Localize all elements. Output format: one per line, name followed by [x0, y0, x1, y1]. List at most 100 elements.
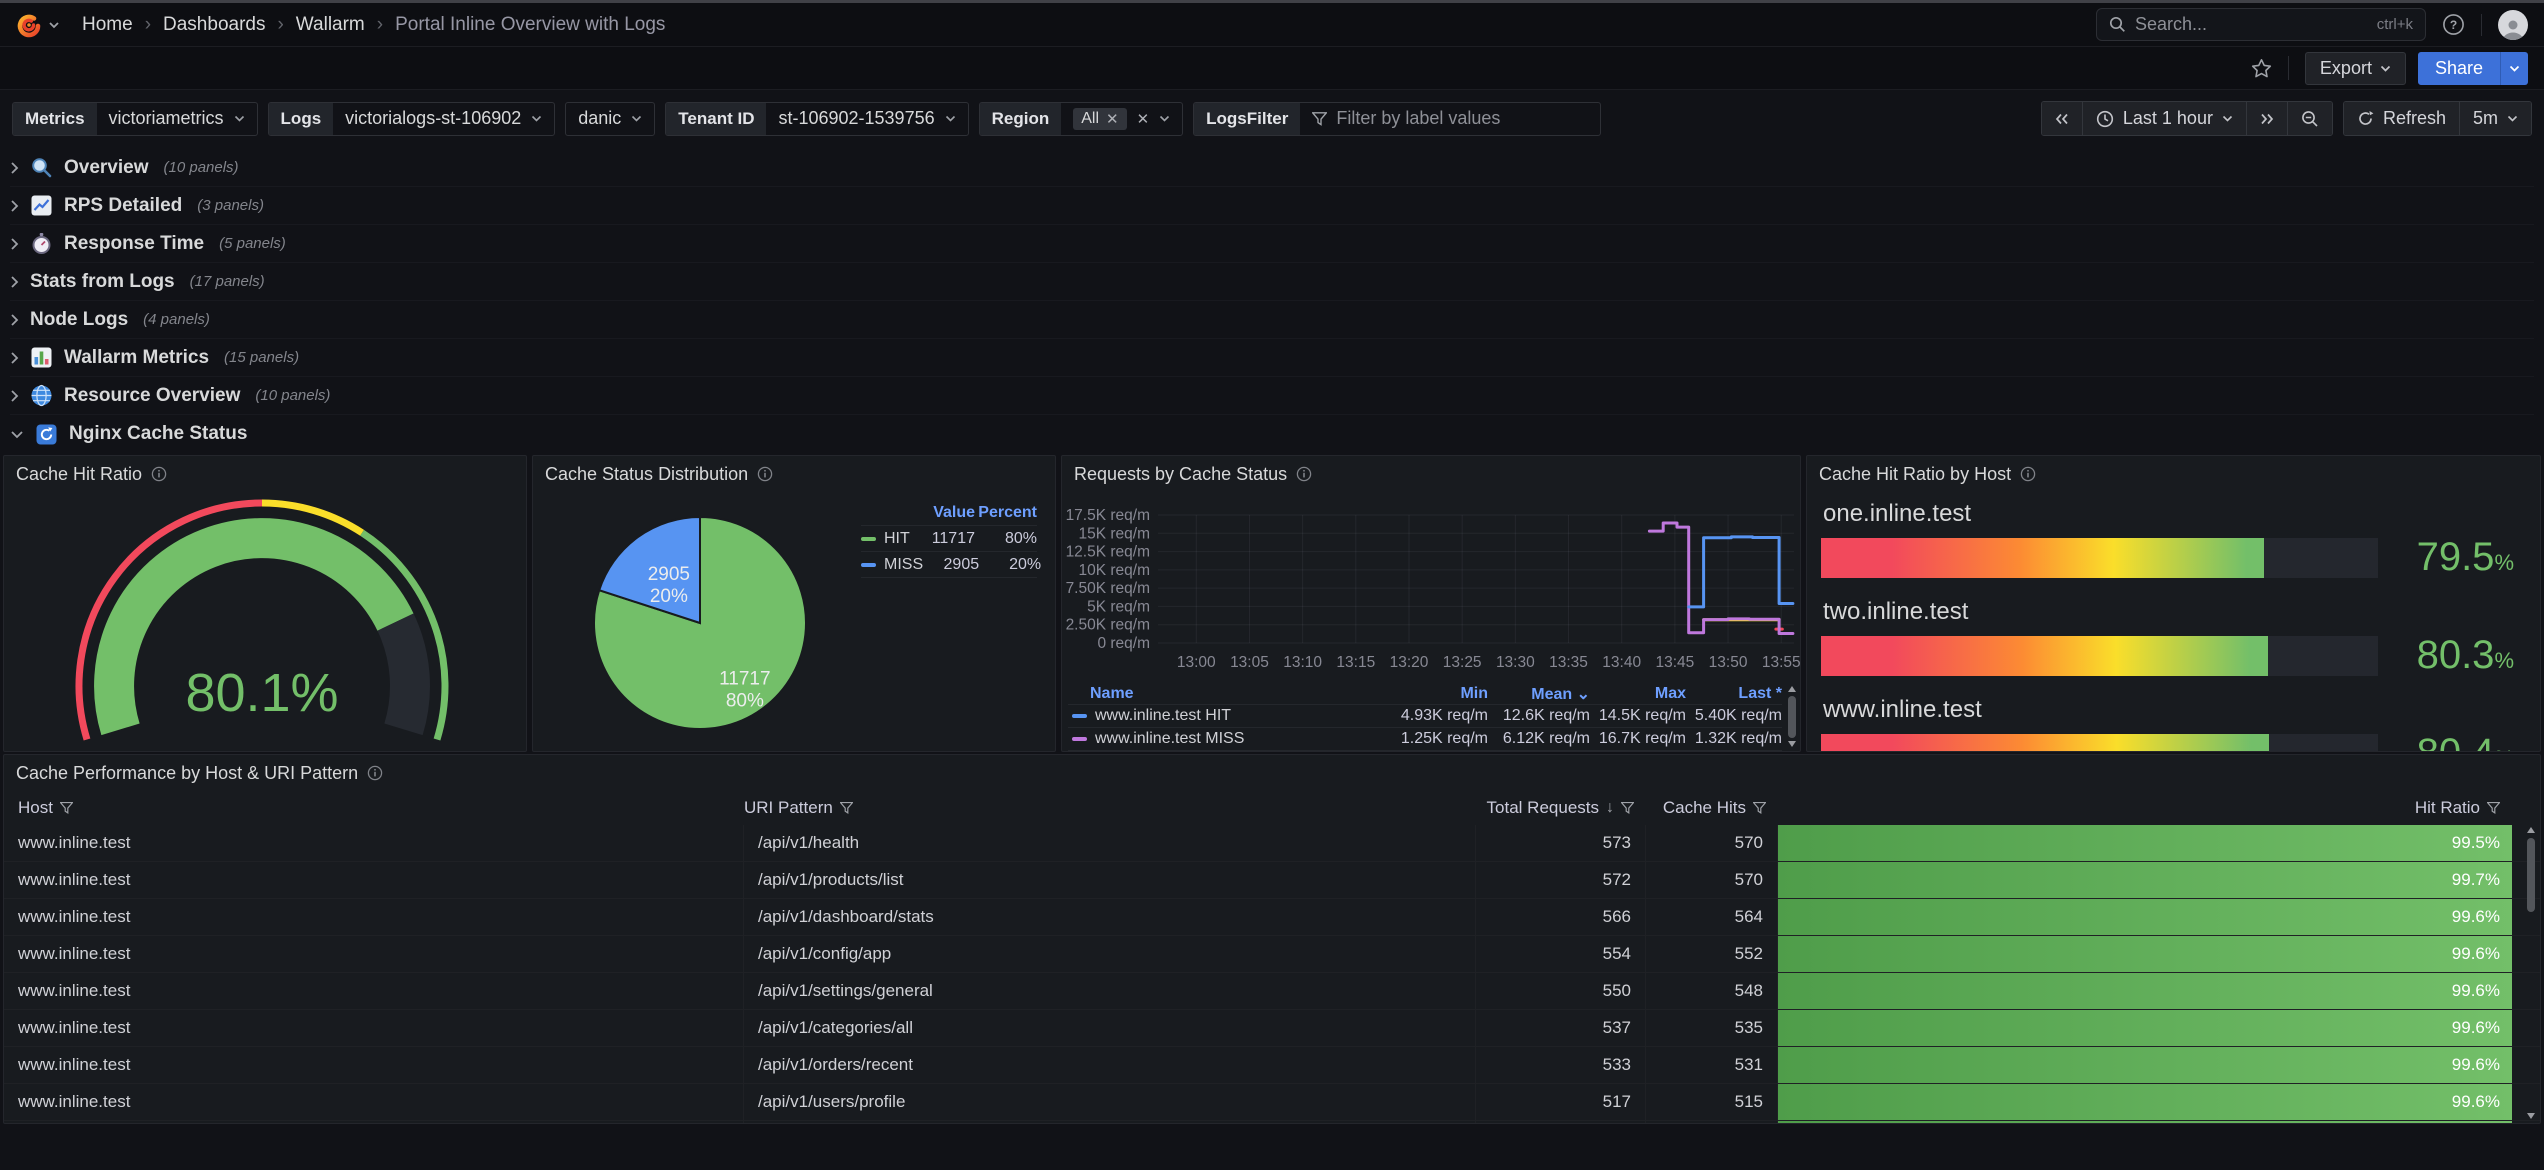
- table-row[interactable]: www.inline.test/api/v1/config/app5545529…: [4, 936, 2540, 973]
- funnel-icon[interactable]: [1621, 802, 1634, 814]
- funnel-icon[interactable]: [60, 802, 73, 814]
- chevron-right-icon: [10, 351, 19, 365]
- logs-value-dropdown[interactable]: victorialogs-st-106902: [333, 103, 554, 135]
- table-row[interactable]: www.inline.test/api/v1/settings/general5…: [4, 973, 2540, 1010]
- time-shift-back-button[interactable]: [2042, 102, 2082, 135]
- panel-title[interactable]: Cache Status Distribution: [545, 464, 748, 485]
- scrollbar-thumb[interactable]: [1788, 696, 1796, 738]
- panel-title[interactable]: Cache Hit Ratio: [16, 464, 142, 485]
- legend-header-last[interactable]: Last *: [1686, 685, 1782, 703]
- legend-scrollbar[interactable]: [1787, 686, 1796, 747]
- table-row[interactable]: www.inline.test/api/v1/users/profile5175…: [4, 1084, 2540, 1121]
- share-button[interactable]: Share: [2418, 52, 2500, 85]
- funnel-icon[interactable]: [2487, 802, 2500, 814]
- legend-header-percent[interactable]: Percent: [975, 504, 1037, 522]
- row-node-logs[interactable]: Node Logs(4 panels): [10, 301, 2534, 339]
- legend-stat: 14.5K req/m: [1590, 707, 1686, 725]
- funnel-icon[interactable]: [1753, 802, 1766, 814]
- legend-series-hit[interactable]: HIT: [861, 530, 919, 548]
- scrollbar-thumb[interactable]: [2527, 838, 2535, 912]
- info-icon[interactable]: [367, 765, 383, 781]
- table-row[interactable]: www.inline.test/api/v1/dashboard/stats56…: [4, 899, 2540, 936]
- logs-label: Logs: [269, 103, 334, 135]
- row-response-time[interactable]: Response Time(5 panels): [10, 225, 2534, 263]
- row-overview[interactable]: Overview(10 panels): [10, 149, 2534, 187]
- table-row[interactable]: www.inline.test/api/v1/categories/all537…: [4, 1010, 2540, 1047]
- refresh-square-emoji-icon: [35, 423, 58, 446]
- scroll-up-icon[interactable]: [1788, 686, 1796, 692]
- info-icon[interactable]: [151, 466, 167, 482]
- legend-header-value[interactable]: Value: [919, 504, 975, 522]
- refresh-button[interactable]: Refresh: [2344, 102, 2459, 135]
- export-button[interactable]: Export: [2305, 52, 2406, 85]
- breadcrumb-wallarm[interactable]: Wallarm: [296, 14, 365, 36]
- region-variable: Region All ✕ ✕: [979, 102, 1184, 136]
- hit-ratio-bar: 99.6%: [1778, 1084, 2512, 1120]
- double-chevron-right-icon: [2260, 113, 2274, 125]
- table-row[interactable]: www.inline.test/api/v1/products/list5725…: [4, 862, 2540, 899]
- legend-header-mean[interactable]: Mean ⌄: [1488, 684, 1590, 704]
- chevron-down-icon[interactable]: [1159, 115, 1170, 122]
- region-all-chip[interactable]: All ✕: [1073, 108, 1126, 130]
- column-header-cache-hits[interactable]: Cache Hits: [1646, 791, 1778, 825]
- column-header-total-requests[interactable]: Total Requests ↓: [1476, 791, 1646, 825]
- row-wallarm-metrics[interactable]: Wallarm Metrics(15 panels): [10, 339, 2534, 377]
- share-menu-button[interactable]: [2500, 52, 2528, 85]
- node-value-dropdown[interactable]: danic: [566, 103, 654, 135]
- host-label: one.inline.test: [1823, 500, 2514, 528]
- scroll-down-icon[interactable]: [2527, 1113, 2535, 1119]
- info-icon[interactable]: [757, 466, 773, 482]
- help-button[interactable]: ?: [2442, 13, 2465, 36]
- row-rps-detailed[interactable]: RPS Detailed(3 panels): [10, 187, 2534, 225]
- hit-ratio-bar: 99.6%: [1778, 899, 2512, 935]
- row-nginx-cache-status[interactable]: Nginx Cache Status: [10, 415, 2534, 453]
- user-profile-button[interactable]: [2498, 10, 2528, 40]
- scroll-up-icon[interactable]: [2527, 827, 2535, 833]
- table-row[interactable]: www.inline.test/api/v1/orders/recent5335…: [4, 1047, 2540, 1084]
- legend-header-name[interactable]: Name: [1068, 685, 1392, 703]
- star-dashboard-button[interactable]: [2251, 58, 2272, 79]
- clear-region-icon[interactable]: ✕: [1137, 110, 1150, 128]
- scroll-down-icon[interactable]: [1788, 741, 1796, 747]
- search-input[interactable]: Search... ctrl+k: [2096, 8, 2426, 41]
- cell-uri-pattern: /api/v1/categories/all: [744, 1010, 1476, 1046]
- legend-header-max[interactable]: Max: [1590, 685, 1686, 703]
- row-stats-from-logs[interactable]: Stats from Logs(17 panels): [10, 263, 2534, 301]
- series-color-swatch: [1072, 714, 1087, 718]
- panel-title[interactable]: Cache Performance by Host & URI Pattern: [16, 763, 358, 784]
- legend-series-miss[interactable]: MISS: [861, 556, 923, 574]
- panel-title[interactable]: Requests by Cache Status: [1074, 464, 1287, 485]
- time-range-picker[interactable]: Last 1 hour: [2082, 102, 2246, 135]
- metrics-value-dropdown[interactable]: victoriametrics: [97, 103, 257, 135]
- gauge-value: 80.1%: [185, 663, 338, 723]
- tenant-value-dropdown[interactable]: st-106902-1539756: [766, 103, 967, 135]
- legend-value: 2905: [923, 556, 979, 574]
- grafana-logo-icon: [16, 12, 42, 38]
- table-scrollbar[interactable]: [2526, 827, 2535, 1119]
- legend-header-min[interactable]: Min: [1392, 685, 1488, 703]
- info-icon[interactable]: [1296, 466, 1312, 482]
- grafana-logo-menu[interactable]: [16, 12, 60, 38]
- refresh-interval-dropdown[interactable]: 5m: [2459, 102, 2531, 135]
- chevron-down-icon: [531, 115, 542, 122]
- table-row[interactable]: www.inline.test/api/v1/health57357099.5%: [4, 825, 2540, 862]
- breadcrumb-dashboards[interactable]: Dashboards: [163, 14, 265, 36]
- panel-title[interactable]: Cache Hit Ratio by Host: [1819, 464, 2011, 485]
- column-header-host[interactable]: Host: [4, 791, 744, 825]
- table-header: Host URI Pattern Total Requests ↓ Cache …: [4, 791, 2540, 825]
- breadcrumb-home[interactable]: Home: [82, 14, 133, 36]
- legend-series-name[interactable]: www.inline.test MISS: [1068, 730, 1392, 748]
- remove-region-icon[interactable]: ✕: [1106, 110, 1119, 128]
- chevron-right-icon: [10, 199, 19, 213]
- column-header-uri-pattern[interactable]: URI Pattern: [744, 791, 1476, 825]
- chevron-right-icon: [10, 161, 19, 175]
- info-icon[interactable]: [2020, 466, 2036, 482]
- row-resource-overview[interactable]: Resource Overview(10 panels): [10, 377, 2534, 415]
- series-line: [1649, 523, 1793, 634]
- zoom-out-time-button[interactable]: [2287, 102, 2332, 135]
- legend-series-name[interactable]: www.inline.test HIT: [1068, 707, 1392, 725]
- column-header-hit-ratio[interactable]: Hit Ratio: [1778, 791, 2512, 825]
- logsfilter-input[interactable]: Filter by label values: [1300, 103, 1600, 135]
- time-shift-forward-button[interactable]: [2246, 102, 2287, 135]
- funnel-icon[interactable]: [840, 802, 853, 814]
